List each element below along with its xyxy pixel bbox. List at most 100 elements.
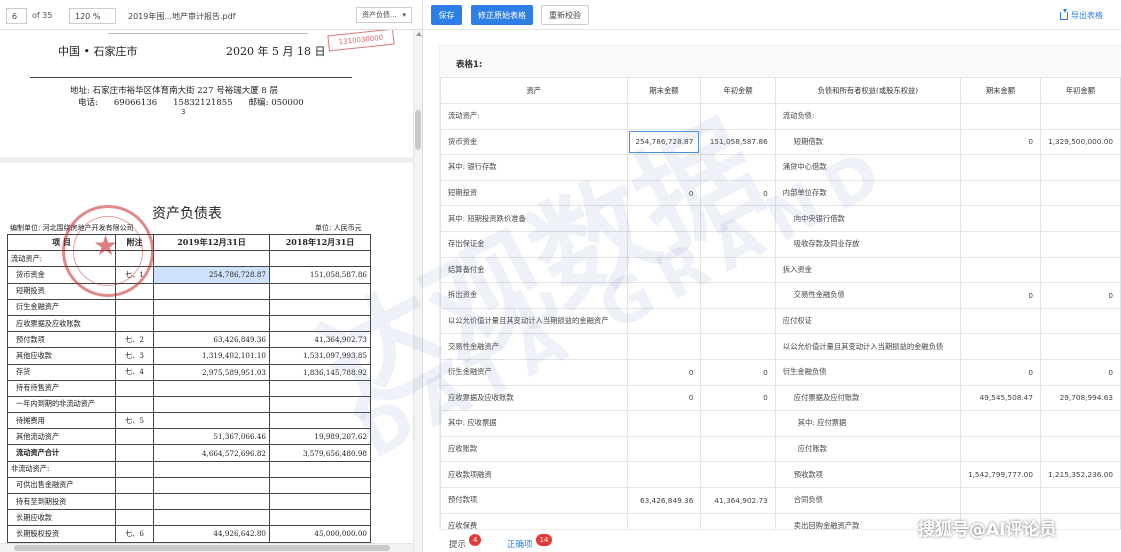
table-cell[interactable] [1039, 256, 1121, 284]
table-cell[interactable] [700, 512, 776, 529]
table-cell[interactable]: 结算备付金 [440, 256, 628, 284]
table-cell[interactable] [959, 410, 1041, 437]
table-cell[interactable]: 1,329,500,000.00 [1039, 128, 1121, 156]
table-cell[interactable]: 内部单位存款 [774, 179, 961, 207]
table-cell[interactable] [626, 230, 702, 258]
table-cell[interactable]: 存出保证金 [440, 230, 628, 258]
table-cell[interactable] [1039, 486, 1121, 514]
table-cell[interactable] [1039, 179, 1121, 207]
table-cell[interactable] [959, 230, 1041, 258]
table-cell[interactable] [959, 205, 1041, 232]
table-cell[interactable] [626, 154, 702, 181]
zoom-level-input[interactable]: 120 % [69, 8, 116, 24]
recheck-button[interactable]: 重新校验 [541, 5, 589, 25]
table-cell[interactable] [1039, 307, 1121, 335]
table-cell[interactable]: 0 [700, 384, 776, 412]
table-cell[interactable]: 其中: 短期投资跌价准备 [440, 205, 628, 232]
table-cell[interactable] [959, 179, 1041, 207]
table-cell[interactable] [700, 230, 776, 258]
table-cell[interactable]: 其中: 银行存款 [440, 154, 628, 181]
table-cell[interactable] [1039, 333, 1121, 360]
table-cell[interactable] [700, 256, 776, 284]
table-cell[interactable]: 拆入资金 [774, 256, 961, 284]
table-cell[interactable]: 0 [959, 358, 1041, 386]
scroll-thumb[interactable] [14, 545, 390, 551]
page-number-input[interactable]: 6 [6, 8, 27, 24]
table-cell[interactable] [700, 307, 776, 335]
table-cell[interactable]: 0 [700, 358, 776, 386]
table-cell[interactable] [959, 486, 1041, 514]
fix-original-table-button[interactable]: 修正原始表格 [471, 5, 533, 25]
table-cell[interactable] [626, 307, 702, 335]
table-cell[interactable] [959, 256, 1041, 284]
table-cell[interactable] [959, 435, 1041, 463]
table-cell[interactable]: 预付款项 [440, 486, 628, 514]
table-cell[interactable] [626, 435, 702, 463]
table-cell[interactable]: 41,364,902.73 [700, 486, 776, 514]
table-cell[interactable] [700, 103, 776, 130]
save-button[interactable]: 保存 [431, 5, 462, 25]
table-cell[interactable] [700, 435, 776, 463]
table-cell[interactable] [626, 205, 702, 232]
table-cell[interactable] [700, 154, 776, 181]
table-cell[interactable]: 1,542,799,777.00 [959, 461, 1041, 488]
table-cell[interactable]: 以公允价值计量且其变动计入当期损益的金融负债 [774, 333, 961, 360]
table-cell[interactable]: 交易性金融资产 [440, 333, 628, 360]
table-cell[interactable]: 其中: 应付票据 [774, 410, 961, 437]
table-cell[interactable]: 应付票据及应付账款 [774, 384, 961, 412]
table-cell[interactable] [959, 333, 1041, 360]
table-cell[interactable]: 0 [626, 358, 702, 386]
table-cell[interactable] [1039, 154, 1121, 181]
table-cell[interactable]: 0 [1039, 282, 1121, 309]
table-cell[interactable]: 0 [1039, 358, 1121, 386]
table-cell[interactable]: 衍生金融负债 [774, 358, 961, 386]
table-cell[interactable]: 短期投资 [440, 179, 628, 207]
table-cell[interactable] [626, 256, 702, 284]
table-cell[interactable] [959, 154, 1041, 181]
table-cell[interactable]: 预收款项 [774, 461, 961, 488]
pdf-horizontal-scrollbar[interactable] [0, 543, 413, 552]
table-cell[interactable] [1039, 230, 1121, 258]
table-cell[interactable]: 应付账款 [774, 435, 961, 463]
table-cell[interactable] [700, 333, 776, 360]
table-cell[interactable] [700, 410, 776, 437]
table-cell[interactable]: 应付权证 [774, 307, 961, 335]
table-cell[interactable]: 254,786,728.87 [626, 128, 702, 156]
table-cell[interactable]: 63,426,849.36 [626, 486, 702, 514]
table-cell[interactable]: 应收款项融资 [440, 461, 628, 488]
table-cell[interactable]: 拆出资金 [440, 282, 628, 309]
table-cell[interactable]: 其中: 应收票据 [440, 410, 628, 437]
table-cell[interactable] [626, 461, 702, 488]
table-cell[interactable]: 衍生金融资产 [440, 358, 628, 386]
table-cell[interactable]: 涌贷中心借款 [774, 154, 961, 181]
scroll-thumb[interactable] [415, 110, 421, 150]
table-cell[interactable]: 合同负债 [774, 486, 961, 514]
table-cell[interactable]: 应收票据及应收账款 [440, 384, 628, 412]
table-cell[interactable]: 0 [959, 282, 1041, 309]
table-cell[interactable]: 流动资产: [440, 103, 628, 130]
pdf-vertical-scrollbar[interactable] [413, 30, 422, 552]
table-cell[interactable]: 向中央银行借款 [774, 205, 961, 232]
table-cell[interactable]: 1,215,352,236.00 [1039, 461, 1121, 488]
table-cell[interactable]: 吸收存款及同业存放 [774, 230, 961, 258]
table-cell[interactable] [626, 333, 702, 360]
sheet-select-dropdown[interactable]: 资产负债... ▾ [356, 7, 412, 23]
table-cell[interactable] [959, 103, 1041, 130]
table-cell[interactable]: 以公允价值计量且其变动计入当期损益的金融资产 [440, 307, 628, 335]
table-cell[interactable]: 流动负债: [774, 103, 961, 130]
table-cell[interactable]: 0 [626, 384, 702, 412]
table-cell[interactable]: 应收账款 [440, 435, 628, 463]
tab-hints[interactable]: 提示 4 [449, 534, 482, 550]
table-cell[interactable]: 49,545,508.47 [959, 384, 1041, 412]
table-cell[interactable]: 货币资金 [440, 128, 628, 156]
export-table-link[interactable]: 导出表格 [1060, 8, 1103, 21]
table-cell[interactable] [626, 282, 702, 309]
table-cell[interactable] [1039, 103, 1121, 130]
table-cell[interactable] [626, 512, 702, 529]
table-cell[interactable] [1039, 410, 1121, 437]
table-cell[interactable]: 应收保费 [440, 512, 628, 529]
table-cell[interactable] [626, 103, 702, 130]
table-cell[interactable] [700, 205, 776, 232]
tab-correct-items[interactable]: 正确项 14 [507, 534, 553, 550]
table-cell[interactable]: 29,708,994.63 [1039, 384, 1121, 412]
